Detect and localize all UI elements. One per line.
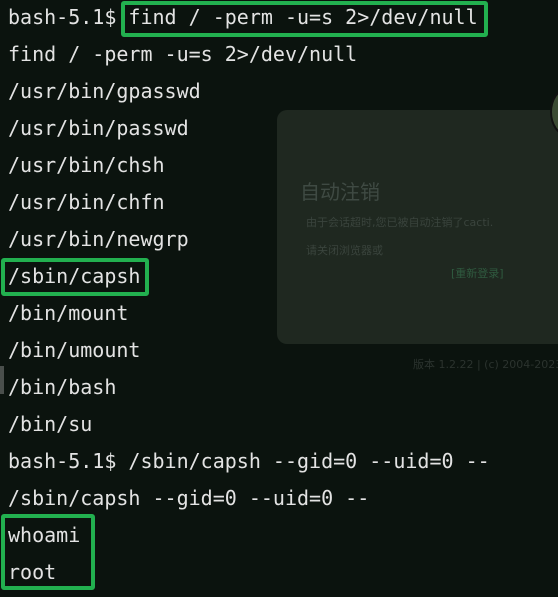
highlight-capsh-result [1,258,149,296]
prompt: bash-5.1$ [8,5,129,29]
result-line: /usr/bin/newgrp [8,227,189,251]
version-footer: 版本 1.2.22 | (c) 2004-2023 [413,358,558,371]
dialog-message: 由于会话超时,您已被自动注销了cacti. [306,216,494,229]
result-line: /bin/su [8,412,93,436]
result-line: /bin/bash [8,375,117,399]
result-line: /usr/bin/chsh [8,153,165,177]
dialog-title: 自动注销 [300,180,380,204]
scrollbar-marker [0,366,4,394]
result-line: /usr/bin/passwd [8,116,189,140]
terminal-line-echo-1: find / -perm -u=s 2>/dev/null [8,42,358,66]
result-line: /usr/bin/gpasswd [8,79,201,103]
result-line: /bin/umount [8,338,141,362]
relogin-link[interactable]: [重新登录] [451,265,504,281]
terminal-line-echo-2: /sbin/capsh --gid=0 --uid=0 -- [8,486,370,510]
prompt: bash-5.1$ [8,449,129,473]
dialog-message-2: 请关闭浏览器或 [306,244,383,257]
command-capsh: /sbin/capsh --gid=0 --uid=0 -- [128,449,490,473]
result-line: /bin/mount [8,301,129,325]
terminal-line-prompt-2: bash-5.1$ /sbin/capsh --gid=0 --uid=0 -- [8,448,490,474]
result-line: /usr/bin/chfn [8,190,165,214]
highlight-find-command [121,1,488,37]
highlight-whoami-root [1,514,95,590]
